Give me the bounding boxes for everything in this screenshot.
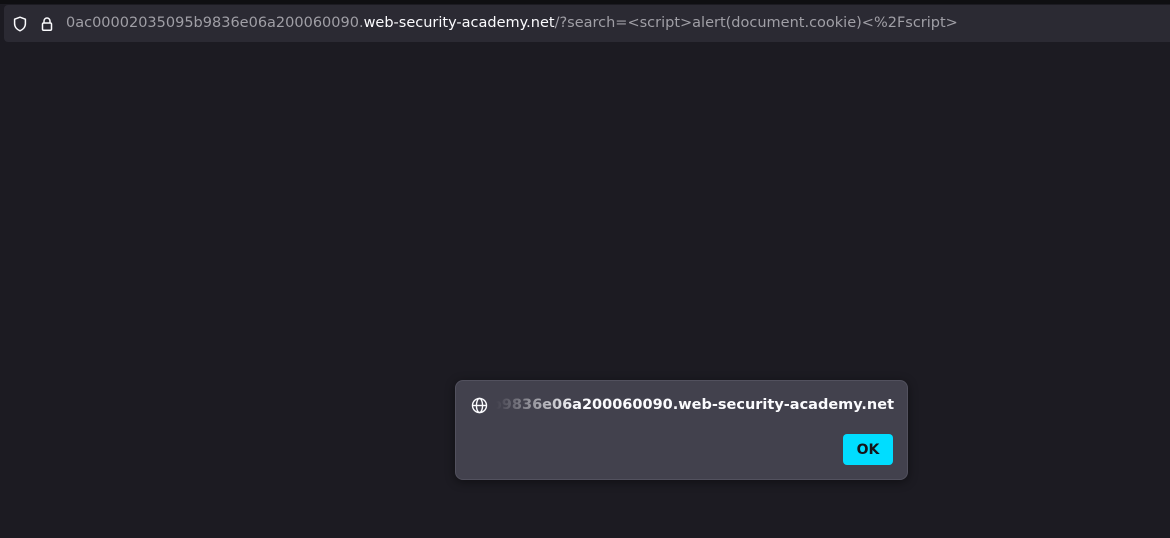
- globe-icon: [471, 397, 488, 414]
- shield-icon[interactable]: [12, 16, 28, 32]
- url-path-query: /?search=<script>alert(document.cookie)<…: [554, 15, 958, 31]
- address-bar[interactable]: 0ac00002035095b9836e06a200060090.web-sec…: [4, 5, 1170, 42]
- alert-dialog: 0ac00002035095b9836e06a200060090.web-sec…: [455, 380, 908, 480]
- url-subdomain: 0ac00002035095b9836e06a200060090.: [66, 15, 364, 31]
- ok-button[interactable]: OK: [843, 434, 893, 465]
- url-host: web-security-academy.net: [363, 15, 555, 31]
- browser-top-edge: [0, 0, 1170, 4]
- dialog-origin-text: 0ac00002035095b9836e06a200060090.web-sec…: [496, 397, 894, 413]
- lock-icon[interactable]: [39, 16, 55, 32]
- url-text[interactable]: 0ac00002035095b9836e06a200060090.web-sec…: [66, 5, 958, 42]
